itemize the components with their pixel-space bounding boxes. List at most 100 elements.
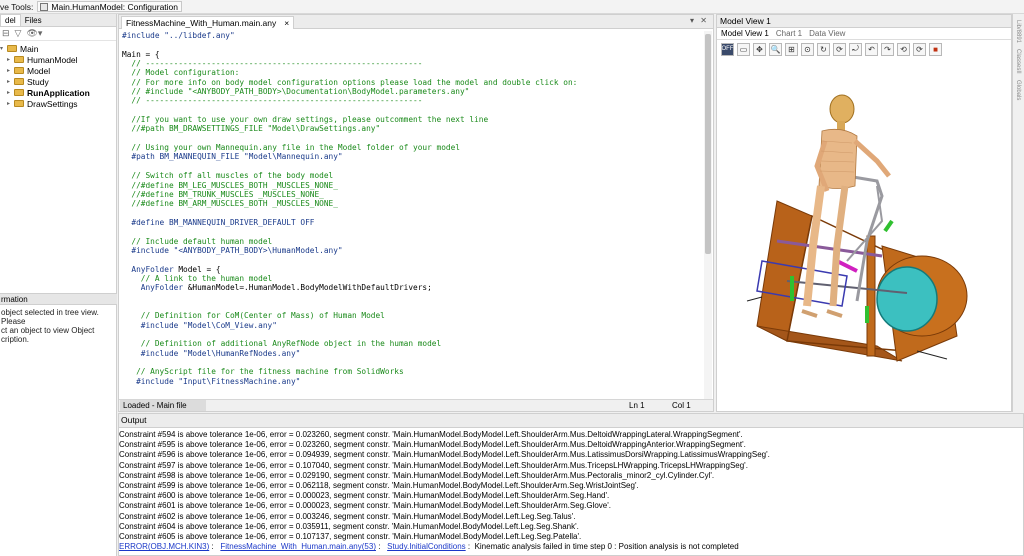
expand-toggle-icon[interactable]: ▸	[7, 78, 14, 85]
code-line: // For more info on body model configura…	[122, 78, 702, 87]
tree-item-label: DrawSettings	[27, 98, 78, 109]
model-view-panel: Model View 1 Model View 1 Chart 1 Data V…	[716, 14, 1012, 412]
tree-item[interactable]: ▸ DrawSettings	[0, 98, 116, 109]
code-token: // A link to the human model	[122, 273, 273, 283]
configuration-selector[interactable]: Main.HumanModel: Configuration	[37, 1, 183, 12]
record-icon[interactable]: ■	[929, 42, 942, 56]
tree-item-label: Study	[27, 76, 49, 87]
code-token: // For more info on body model configura…	[122, 77, 578, 87]
code-token: // Include default human model	[122, 236, 273, 246]
side-tab[interactable]: Globals	[1015, 80, 1021, 100]
zoom-fit-icon[interactable]: ⊙	[801, 42, 814, 56]
code-line: // -------------------------------------…	[122, 59, 702, 68]
code-token: //#path BM_DRAWSETTINGS_FILE "Model\Draw…	[122, 124, 381, 134]
tab-chart[interactable]: Chart 1	[776, 28, 802, 39]
close-icon[interactable]: ×	[284, 17, 289, 29]
code-token: // Model configuration:	[122, 68, 240, 78]
code-token: #include "<ANYBODY_PATH_BODY>\HumanModel…	[122, 245, 343, 255]
toggle-off-icon[interactable]: OFF	[721, 42, 734, 56]
rotate-180-icon[interactable]: ↷	[881, 42, 894, 56]
code-token: //If you want to use your own draw setti…	[122, 115, 489, 125]
info-line: object selected in tree view. Please	[1, 308, 99, 326]
expand-toggle-icon[interactable]: ▸	[7, 89, 14, 96]
filter-icon[interactable]: ▽	[15, 28, 22, 39]
folder-icon	[14, 56, 24, 63]
code-token: #define BM_MANNEQUIN_DRIVER_DEFAULT OFF	[122, 217, 315, 227]
information-panel-header: rmation	[0, 293, 117, 305]
eye-icon[interactable]: 👁▾	[26, 28, 42, 39]
tab-data-view[interactable]: Data View	[809, 28, 845, 39]
code-line: #include "Model\HumanRefNodes.any"	[122, 349, 702, 358]
expand-toggle-icon[interactable]: ▸	[7, 100, 14, 107]
tree-item[interactable]: ▸ HumanModel	[0, 54, 116, 65]
configuration-icon	[40, 2, 49, 11]
tree-item[interactable]: ▾ Main	[0, 43, 116, 54]
tree-item-label: Model	[27, 65, 51, 76]
code-token: #path BM_MANNEQUIN_FILE "Model\Mannequin…	[122, 152, 343, 162]
side-tabs: Lib/8891 ClassesII Globals	[1012, 14, 1024, 412]
side-tab[interactable]: Lib/8891	[1015, 20, 1021, 43]
output-line: Constraint #598 is above tolerance 1e-06…	[119, 470, 715, 480]
configuration-label: Main.HumanModel: Configuration	[51, 1, 179, 12]
output-log[interactable]: Constraint #594 is above tolerance 1e-06…	[119, 430, 1019, 552]
model-tree: ▾ Main ▸ HumanModel ▸ Model ▸ Study ▸ RunApplicat…	[0, 41, 116, 109]
code-line	[122, 227, 702, 236]
folder-icon	[14, 100, 24, 107]
window-icon[interactable]: ▭	[737, 42, 750, 56]
output-line: Constraint #605 is above tolerance 1e-06…	[119, 532, 582, 542]
zoom-icon[interactable]: 🔍	[769, 42, 782, 56]
undo-icon[interactable]: ⟲	[897, 42, 910, 56]
code-line	[122, 106, 702, 115]
folder-icon	[7, 45, 17, 52]
side-tab[interactable]: ClassesII	[1015, 49, 1021, 74]
code-line: #include "<ANYBODY_PATH_BODY>\HumanModel…	[122, 246, 702, 255]
model-view-toolbar: OFF ▭ ✥ 🔍 ⊞ ⊙ ↻ ⟳ ⤾ ↶ ↷ ⟲ ⟳ ■	[717, 40, 1011, 58]
code-line: // A link to the human model	[122, 274, 702, 283]
zoom-window-icon[interactable]: ⊞	[785, 42, 798, 56]
code-line: // Model configuration:	[122, 68, 702, 77]
code-token: // Definition for CoM(Center of Mass) of…	[122, 311, 385, 321]
expand-toggle-icon[interactable]: ▾	[0, 45, 7, 52]
editor-tab-main-file[interactable]: FitnessMachine_With_Human.main.any ×	[121, 16, 295, 29]
code-token: // -------------------------------------…	[122, 96, 423, 106]
line-number: Ln 1	[629, 401, 645, 410]
3d-model-scene[interactable]	[717, 61, 1011, 411]
tab-files[interactable]: Files	[21, 15, 46, 26]
pan-icon[interactable]: ✥	[753, 42, 766, 56]
collapse-icon[interactable]: ⊟	[2, 28, 10, 39]
code-line: //#define BM_TRUNK_MUSCLES _MUSCLES_NONE…	[122, 190, 702, 199]
tree-item[interactable]: ▸ RunApplication	[0, 87, 116, 98]
top-toolbar: ve Tools: Main.HumanModel: Configuration	[0, 0, 1024, 14]
tree-item-label: Main	[20, 43, 39, 54]
rotate-x-icon[interactable]: ↻	[817, 42, 830, 56]
expand-toggle-icon[interactable]: ▸	[7, 67, 14, 74]
error-tag-link[interactable]: ERROR(OBJ.MCH.KIN3)	[119, 542, 209, 551]
error-study-link[interactable]: Study.InitialConditions	[387, 542, 466, 551]
model-view-title: Model View 1	[717, 15, 1011, 28]
tree-item[interactable]: ▸ Model	[0, 65, 116, 76]
output-line: Constraint #604 is above tolerance 1e-06…	[119, 521, 579, 531]
rotate-z-icon[interactable]: ⤾	[849, 42, 862, 56]
tab-model-view[interactable]: Model View 1	[721, 28, 769, 39]
output-title: Output	[119, 414, 1023, 428]
code-area[interactable]: #include "../libdef.any" Main = { // ---…	[122, 31, 702, 397]
scrollbar-thumb[interactable]	[705, 34, 711, 254]
code-line: // #include "<ANYBODY_PATH_BODY>\Documen…	[122, 87, 702, 96]
tree-item[interactable]: ▸ Study	[0, 76, 116, 87]
rotate-y-icon[interactable]: ⟳	[833, 42, 846, 56]
redo-icon[interactable]: ⟳	[913, 42, 926, 56]
tab-controls[interactable]: ▾ ✕	[690, 16, 709, 25]
expand-toggle-icon[interactable]: ▸	[7, 56, 14, 63]
editor-scrollbar[interactable]	[704, 31, 712, 401]
code-line	[122, 330, 702, 339]
tree-item-label: RunApplication	[27, 87, 90, 98]
code-line	[122, 302, 702, 311]
tab-model[interactable]: del	[0, 14, 21, 26]
editor-tabbar: FitnessMachine_With_Human.main.any × ▾ ✕	[119, 15, 713, 29]
rotate-90-icon[interactable]: ↶	[865, 42, 878, 56]
code-line: //#define BM_LEG_MUSCLES_BOTH _MUSCLES_N…	[122, 181, 702, 190]
error-file-link[interactable]: FitnessMachine_With_Human.main.any(53)	[220, 542, 376, 551]
